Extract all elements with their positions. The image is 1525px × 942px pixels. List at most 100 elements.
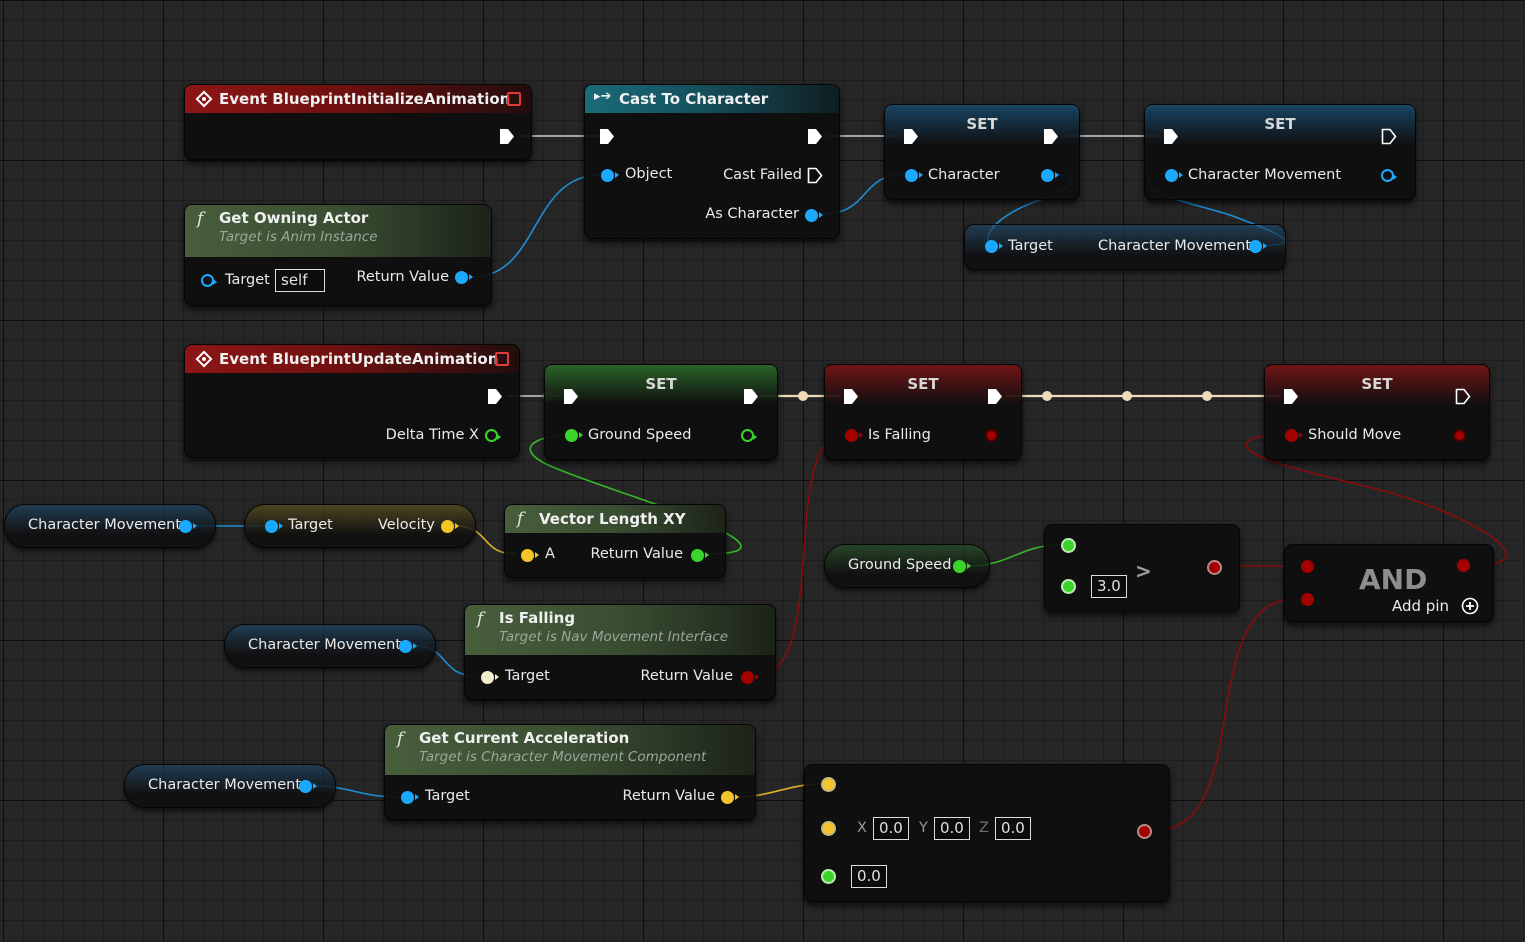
is-falling-out-pin[interactable] — [985, 429, 998, 442]
velocity-label: Velocity — [378, 517, 435, 533]
cast-failed-exec-pin[interactable] — [807, 167, 823, 184]
target-pin[interactable] — [401, 791, 419, 804]
result-pin[interactable] — [1207, 560, 1222, 575]
z-value-field[interactable]: 0.0 — [995, 817, 1031, 840]
set-character-movement-node[interactable]: SET Character Movement — [1144, 104, 1416, 200]
velocity-out-pin[interactable] — [441, 520, 459, 533]
event-diamond-icon — [195, 350, 213, 372]
character-movement-out-pin[interactable] — [299, 780, 317, 793]
return-value-pin[interactable] — [721, 791, 739, 804]
target-pin[interactable] — [985, 240, 1003, 253]
set-character-node[interactable]: SET Character — [884, 104, 1080, 200]
target-pin[interactable] — [481, 671, 499, 684]
ground-speed-in-pin[interactable] — [565, 429, 583, 442]
exec-in-pin[interactable] — [1283, 388, 1299, 405]
exec-in-pin[interactable] — [903, 128, 919, 145]
exec-in-pin[interactable] — [1163, 128, 1179, 145]
vector-not-equal-node[interactable]: X 0.0 Y 0.0 Z 0.0 0.0 — [804, 764, 1170, 902]
x-value-field[interactable]: 0.0 — [873, 817, 909, 840]
set-is-falling-node[interactable]: SET Is Falling — [824, 364, 1022, 460]
cast-failed-label: Cast Failed — [723, 167, 802, 183]
character-movement-variable-node[interactable]: Character Movement — [4, 504, 216, 548]
velocity-getter-node[interactable]: Target Velocity — [244, 504, 476, 548]
is-falling-function-node[interactable]: f Is Falling Target is Nav Movement Inte… — [464, 604, 776, 700]
node-header: Event BlueprintUpdateAnimation — [185, 345, 519, 373]
get-current-acceleration-node[interactable]: f Get Current Acceleration Target is Cha… — [384, 724, 756, 820]
a-pin[interactable] — [1061, 538, 1076, 553]
exec-out-pin[interactable] — [743, 388, 759, 405]
exec-in-pin[interactable] — [843, 388, 859, 405]
target-pin[interactable] — [201, 274, 217, 287]
should-move-out-pin[interactable] — [1453, 429, 1466, 442]
event-blueprint-update-animation-node[interactable]: Event BlueprintUpdateAnimation Delta Tim… — [184, 344, 520, 458]
is-falling-in-pin[interactable] — [845, 429, 863, 442]
character-movement-out-pin[interactable] — [1249, 240, 1267, 253]
exec-in-pin[interactable] — [599, 128, 615, 145]
object-pin[interactable] — [601, 169, 619, 182]
should-move-label: Should Move — [1308, 427, 1402, 443]
character-movement-variable-node[interactable]: Character Movement — [224, 624, 436, 668]
return-value-pin[interactable] — [455, 271, 473, 284]
character-movement-out-pin[interactable] — [399, 640, 417, 653]
function-icon: f — [197, 209, 204, 229]
delta-time-pin[interactable] — [485, 429, 501, 442]
reroute-knot — [1042, 391, 1052, 401]
delegate-pin-icon[interactable] — [495, 352, 509, 366]
exec-in-pin[interactable] — [563, 388, 579, 405]
a-pin[interactable] — [521, 549, 539, 562]
event-blueprint-initialize-animation-node[interactable]: Event BlueprintInitializeAnimation — [184, 84, 532, 160]
result-pin[interactable] — [1137, 824, 1152, 839]
reroute-knot — [798, 391, 808, 401]
a-pin[interactable] — [1301, 560, 1314, 573]
character-out-pin[interactable] — [1041, 169, 1059, 182]
add-pin-icon[interactable] — [1461, 597, 1479, 615]
b-pin[interactable] — [1301, 593, 1314, 606]
error-tolerance-pin[interactable] — [821, 869, 836, 884]
ground-speed-variable-node[interactable]: Ground Speed — [824, 544, 990, 588]
should-move-in-pin[interactable] — [1285, 429, 1303, 442]
and-boolean-node[interactable]: AND Add pin — [1284, 544, 1494, 622]
vector-length-xy-node[interactable]: f Vector Length XY A Return Value — [504, 504, 726, 578]
exec-out-pin[interactable] — [487, 388, 503, 405]
ground-speed-label: Ground Speed — [848, 557, 952, 573]
result-pin[interactable] — [1457, 559, 1470, 572]
character-movement-variable-node[interactable]: Character Movement — [124, 764, 336, 808]
and-operator: AND — [1359, 563, 1428, 596]
ground-speed-out-pin[interactable] — [953, 560, 971, 573]
y-value-field[interactable]: 0.0 — [934, 817, 970, 840]
exec-out-pin[interactable] — [1043, 128, 1059, 145]
character-in-pin[interactable] — [905, 169, 923, 182]
return-value-pin[interactable] — [691, 549, 709, 562]
exec-out-pin[interactable] — [807, 128, 823, 145]
character-movement-in-pin[interactable] — [1165, 169, 1183, 182]
greater-than-node[interactable]: 3.0 > — [1044, 524, 1240, 612]
character-movement-out-pin[interactable] — [1381, 169, 1397, 182]
exec-out-pin[interactable] — [499, 128, 515, 145]
b-value-field[interactable]: 3.0 — [1091, 575, 1127, 598]
get-owning-actor-node[interactable]: f Get Owning Actor Target is Anim Instan… — [184, 204, 492, 306]
exec-out-pin[interactable] — [1381, 128, 1397, 145]
b-pin[interactable] — [821, 821, 836, 836]
target-pin[interactable] — [265, 520, 283, 533]
as-character-pin[interactable] — [805, 209, 823, 222]
character-movement-out-pin[interactable] — [179, 520, 197, 533]
target-self-field[interactable]: self — [275, 269, 325, 292]
target-label: Target — [288, 517, 333, 533]
return-value-pin[interactable] — [741, 671, 759, 684]
set-should-move-node[interactable]: SET Should Move — [1264, 364, 1490, 460]
exec-out-pin[interactable] — [987, 388, 1003, 405]
function-icon: f — [397, 729, 404, 749]
character-movement-label: Character Movement — [28, 517, 182, 533]
a-pin[interactable] — [821, 777, 836, 792]
cast-to-character-node[interactable]: ▸➔ Cast To Character Object Cast Failed … — [584, 84, 840, 239]
delegate-pin-icon[interactable] — [507, 92, 521, 106]
exec-out-pin[interactable] — [1455, 388, 1471, 405]
node-subtitle: Target is Nav Movement Interface — [499, 629, 729, 645]
b-pin[interactable] — [1061, 579, 1076, 594]
ground-speed-out-pin[interactable] — [741, 429, 757, 442]
set-ground-speed-node[interactable]: SET Ground Speed — [544, 364, 778, 460]
is-falling-label: Is Falling — [868, 427, 931, 443]
add-pin-label[interactable]: Add pin — [1392, 597, 1449, 615]
error-tolerance-field[interactable]: 0.0 — [851, 865, 887, 888]
character-movement-getter-node[interactable]: Target Character Movement — [964, 224, 1286, 270]
